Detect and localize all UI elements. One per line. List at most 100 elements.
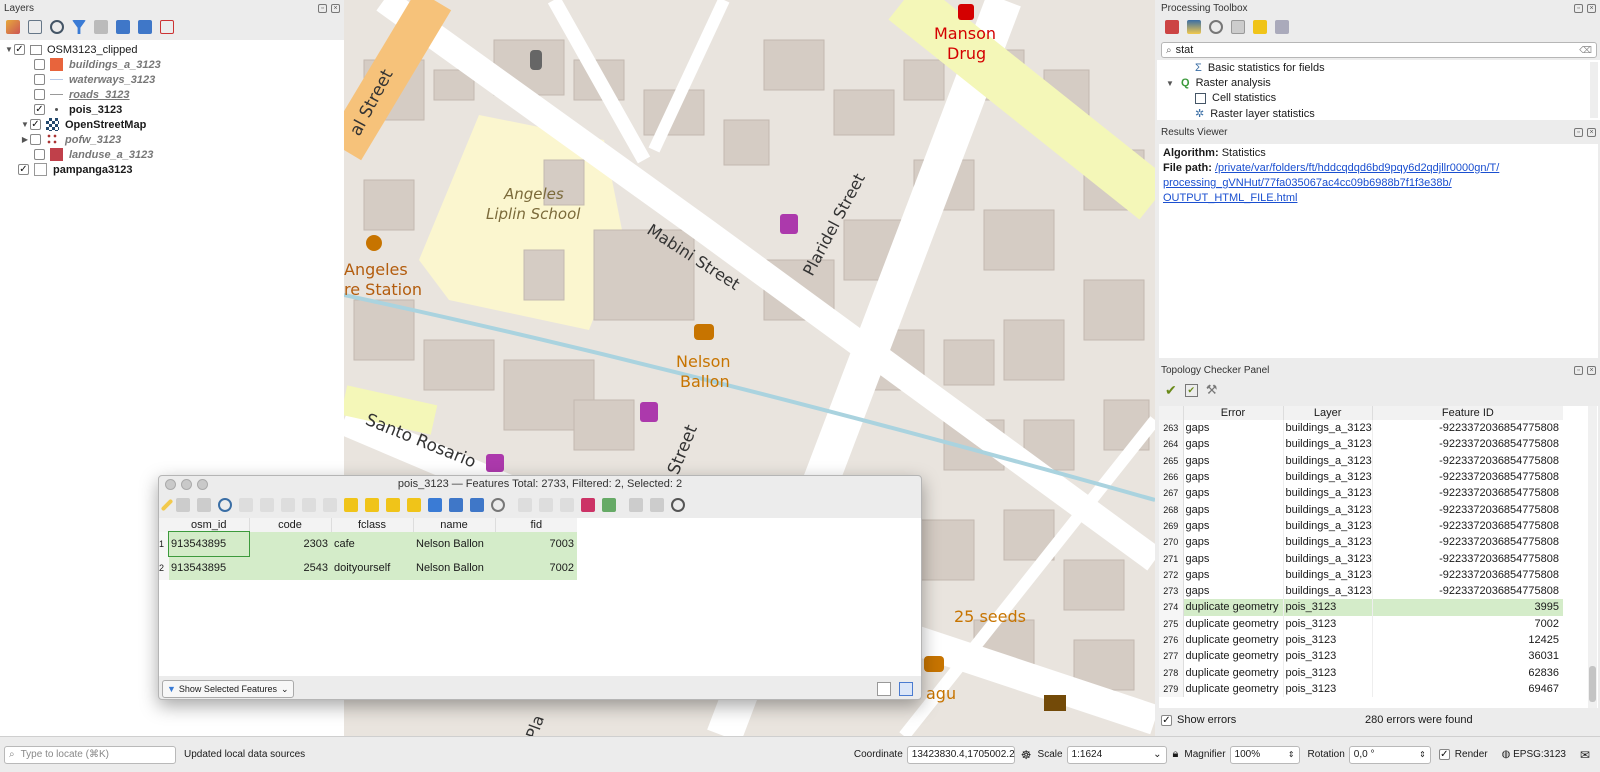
layer-checkbox[interactable]: ✓ (34, 104, 45, 115)
move-selection-top-icon[interactable] (449, 498, 463, 512)
table-row[interactable]: 276 duplicate geometry pois_3123 12425 (1159, 631, 1563, 649)
fid-cell[interactable]: 7003 (495, 532, 577, 556)
cut-icon[interactable] (281, 498, 295, 512)
actions-icon[interactable] (602, 498, 616, 512)
show-errors-checkbox[interactable]: ✓ (1161, 714, 1172, 726)
code-cell[interactable]: 2543 (249, 556, 331, 580)
toolbox-scrollbar[interactable] (1590, 62, 1598, 118)
deselect-all-icon[interactable] (407, 498, 421, 512)
layer-item-pampanga[interactable]: ✓ pampanga3123 (18, 162, 132, 177)
layer-group-osm[interactable]: ▼ ✓ OSM3123_clipped (4, 42, 137, 57)
filter-select-icon[interactable] (428, 498, 442, 512)
table-row[interactable]: 264 gaps buildings_a_3123 -9223372036854775… (1159, 436, 1563, 453)
select-all-icon[interactable] (365, 498, 379, 512)
fclass-cell[interactable]: cafe (331, 532, 413, 556)
float-panel-icon[interactable]: ▫ (1574, 365, 1583, 375)
rotation-spinbox[interactable]: 0,0 ° ⇕ (1348, 745, 1431, 764)
conditional-formatting-icon[interactable] (581, 498, 595, 512)
filepath-link-3[interactable]: OUTPUT_HTML_FILE.html (1163, 192, 1297, 204)
float-panel-icon[interactable]: ▫ (1574, 3, 1583, 13)
fclass-cell[interactable]: doityourself (331, 556, 413, 580)
field-calculator-icon[interactable] (560, 498, 574, 512)
window-close-button[interactable] (165, 478, 176, 490)
table-view-icon[interactable] (899, 682, 913, 696)
scrollbar-thumb[interactable] (1589, 666, 1596, 702)
locator-search-input[interactable]: ⌕ Type to locate (⌘K) (4, 745, 176, 764)
stepper-icon[interactable]: ⇕ (1419, 750, 1426, 759)
table-row[interactable]: 272 gaps buildings_a_3123 -9223372036854775… (1159, 566, 1563, 583)
window-minimize-button[interactable] (181, 478, 192, 490)
layer-item-landuse[interactable]: landuse_a_3123 (34, 147, 153, 162)
toolbox-search-input[interactable]: ⌕ stat ⌫ (1161, 42, 1597, 58)
scale-combobox[interactable]: 1:1624 ⌄ (1066, 745, 1167, 764)
multi-edit-icon[interactable] (176, 498, 190, 512)
magnifier-spinbox[interactable]: 100% ⇕ (1229, 745, 1300, 764)
style-brush-icon[interactable] (6, 20, 20, 34)
column-header-name[interactable]: name (413, 518, 496, 532)
layer-checkbox[interactable] (30, 134, 41, 145)
table-row[interactable]: 268 gaps buildings_a_3123 -9223372036854775… (1159, 501, 1563, 518)
table-row[interactable]: 279 duplicate geometry pois_3123 69467 (1159, 680, 1563, 698)
zoom-to-selected-icon[interactable] (491, 498, 505, 512)
filepath-link-1[interactable]: /private/var/folders/ft/hddcqdqd6bd9pqy6… (1215, 162, 1499, 174)
stepper-icon[interactable]: ⇕ (1288, 750, 1295, 759)
layer-item-buildings[interactable]: buildings_a_3123 (34, 57, 161, 72)
results-icon[interactable] (1231, 20, 1245, 34)
table-row[interactable]: 265 gaps buildings_a_3123 -9223372036854775… (1159, 452, 1563, 469)
toggle-editing-icon[interactable] (160, 498, 174, 512)
table-row[interactable]: 277 duplicate geometry pois_3123 36031 (1159, 648, 1563, 665)
close-panel-icon[interactable]: × (1587, 365, 1596, 375)
options-wrench-icon[interactable] (1275, 20, 1289, 34)
column-header-code[interactable]: code (249, 518, 332, 532)
fid-cell[interactable]: 7002 (495, 556, 577, 580)
visibility-eye-icon[interactable] (50, 20, 64, 34)
layer-checkbox[interactable]: ✓ (18, 164, 29, 175)
copy-icon[interactable] (302, 498, 316, 512)
paste-icon[interactable] (323, 498, 337, 512)
lock-scale-icon[interactable]: 🔒︎ (1173, 748, 1179, 761)
layer-checkbox[interactable] (34, 74, 45, 85)
table-row[interactable]: 274 duplicate geometry pois_3123 3995 (1159, 599, 1563, 616)
name-cell[interactable]: Nelson Ballon (413, 532, 495, 556)
reload-icon[interactable] (218, 498, 232, 512)
tree-item-cell-stats[interactable]: Cell statistics (1195, 92, 1276, 104)
column-header-fclass[interactable]: fclass (331, 518, 414, 532)
layer-item-pois[interactable]: ✓ pois_3123 (34, 102, 122, 117)
column-header-feature-id[interactable]: Feature ID (1372, 406, 1563, 420)
tree-item-raster-analysis[interactable]: ▼ Q Raster analysis (1165, 77, 1271, 89)
column-header-error[interactable]: Error (1183, 406, 1284, 420)
save-edits-icon[interactable] (197, 498, 211, 512)
show-selected-features-button[interactable]: ▼ Show Selected Features ⌄ (162, 680, 294, 698)
float-panel-icon[interactable]: ▫ (1574, 127, 1583, 137)
layer-checkbox[interactable] (34, 59, 45, 70)
filter-icon[interactable] (72, 20, 86, 34)
table-row[interactable]: 266 gaps buildings_a_3123 -9223372036854775… (1159, 468, 1563, 486)
messages-icon[interactable]: ✉ (1580, 748, 1590, 762)
organize-columns-icon[interactable] (650, 498, 664, 512)
delete-field-icon[interactable] (539, 498, 553, 512)
collapse-arrow-icon[interactable]: ▼ (4, 45, 14, 54)
filter-by-expression-icon[interactable] (94, 20, 108, 34)
invert-selection-icon[interactable] (386, 498, 400, 512)
layer-checkbox[interactable] (34, 149, 45, 160)
layer-checkbox[interactable]: ✓ (30, 119, 41, 130)
osm-id-cell[interactable]: 913543895 (169, 556, 249, 580)
form-view-icon[interactable] (877, 682, 891, 696)
close-panel-icon[interactable]: × (1587, 127, 1596, 137)
expand-arrow-icon[interactable]: ▶ (20, 135, 30, 144)
table-row[interactable]: 271 gaps buildings_a_3123 -9223372036854775… (1159, 550, 1563, 567)
table-row[interactable]: 270 gaps buildings_a_3123 -9223372036854775… (1159, 534, 1563, 551)
float-panel-icon[interactable]: ▫ (318, 3, 327, 13)
table-row[interactable]: 267 gaps buildings_a_3123 -9223372036854775… (1159, 485, 1563, 502)
delete-feature-icon[interactable] (260, 498, 274, 512)
filepath-link-2[interactable]: processing_gVNHut/77fa035067ac4cc09b6988… (1163, 177, 1452, 189)
edit-features-icon[interactable] (1253, 20, 1267, 34)
render-checkbox[interactable]: ✓ (1438, 749, 1450, 760)
crs-button[interactable]: ◍ EPSG:3123 (1502, 749, 1566, 760)
models-icon[interactable] (1165, 20, 1179, 34)
table-row[interactable]: 2 913543895 2543 doityourself Nelson Ballon 7… (159, 556, 577, 580)
configure-rules-icon[interactable]: ⚒ (1206, 382, 1218, 398)
collapse-arrow-icon[interactable]: ▼ (1165, 79, 1175, 88)
layer-item-openstreetmap[interactable]: ▼ ✓ OpenStreetMap (20, 117, 146, 132)
expand-all-icon[interactable] (116, 20, 130, 34)
